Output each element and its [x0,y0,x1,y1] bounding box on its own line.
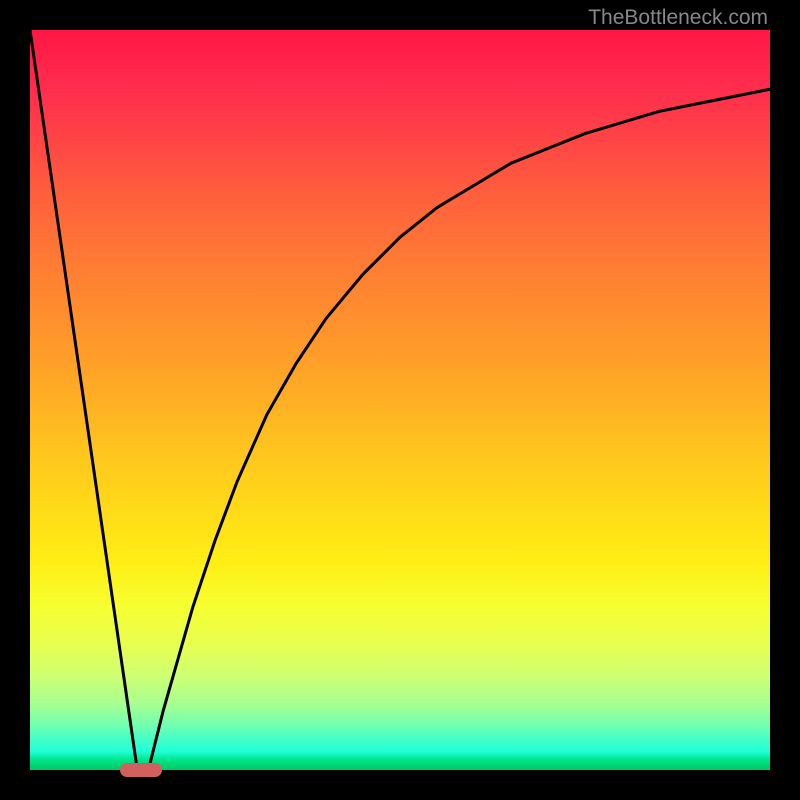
chart-curves [30,30,770,770]
chart-container: TheBottleneck.com [0,0,800,800]
bottleneck-marker [120,763,162,777]
watermark-text: TheBottleneck.com [588,6,768,30]
left-line [30,30,137,770]
right-curve [148,89,770,770]
